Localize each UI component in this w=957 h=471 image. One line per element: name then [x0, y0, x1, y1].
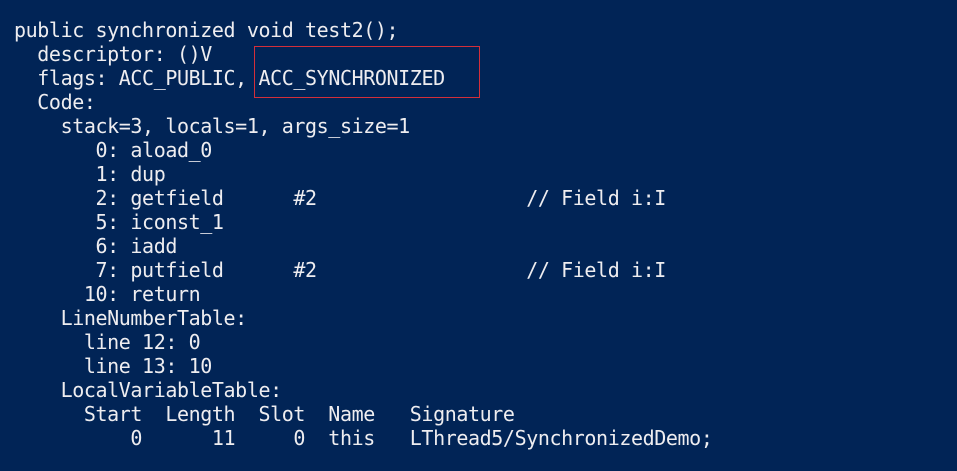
- console-window: public synchronized void test2(); descri…: [0, 0, 957, 471]
- flags-prefix: flags: ACC_PUBLIC,: [14, 66, 259, 90]
- line-number-entry: line 12: 0: [14, 330, 201, 354]
- instruction-line: 10: return: [14, 282, 201, 306]
- local-variable-table-label: LocalVariableTable:: [14, 378, 283, 402]
- code-label: Code:: [14, 90, 96, 114]
- line-number-entry: line 13: 10: [14, 354, 212, 378]
- local-variable-header: Start Length Slot Name Signature: [14, 402, 515, 426]
- instruction-line: 6: iadd: [14, 234, 177, 258]
- stack-info: stack=3, locals=1, args_size=1: [14, 114, 411, 138]
- instruction-line: 0: aload_0: [14, 138, 212, 162]
- instruction-line: 5: iconst_1: [14, 210, 224, 234]
- local-variable-row: 0 11 0 this LThread5/SynchronizedDemo;: [14, 426, 713, 450]
- highlight-box: [254, 46, 480, 98]
- method-signature: public synchronized void test2();: [14, 18, 399, 42]
- instruction-line: 2: getfield #2 // Field i:I: [14, 186, 666, 210]
- descriptor-line: descriptor: ()V: [14, 42, 212, 66]
- line-number-table-label: LineNumberTable:: [14, 306, 248, 330]
- instruction-line: 7: putfield #2 // Field i:I: [14, 258, 666, 282]
- instruction-line: 1: dup: [14, 162, 166, 186]
